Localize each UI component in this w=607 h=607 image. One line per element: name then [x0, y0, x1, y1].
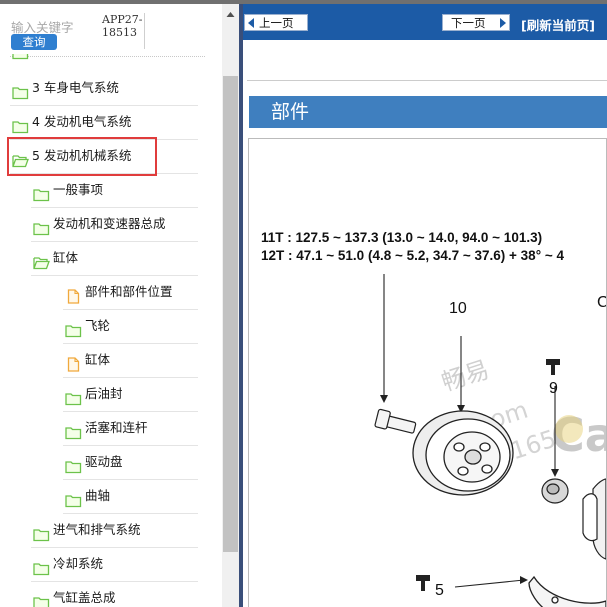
folder-icon: [33, 182, 50, 202]
tree-item-label: 4 发动机电气系统: [32, 114, 132, 129]
leader-arrow: [551, 469, 559, 477]
folder-icon: [33, 590, 50, 607]
tree-item-label: 曲轴: [85, 488, 111, 503]
scrollbar-thumb[interactable]: [223, 76, 238, 552]
folder-icon: [65, 420, 82, 440]
tree-item-label: 冷却系统: [53, 556, 104, 571]
crankshaft-key: [541, 478, 569, 504]
folder-open-icon: [33, 250, 50, 270]
navigation-pane: 输入关键字 查询 APP27-18513 3 车身电气系统 4 发动机电气系统 5 …: [0, 4, 222, 607]
next-page-button[interactable]: 下一页: [442, 14, 510, 31]
folder-icon: [65, 386, 82, 406]
callout-number: 5: [435, 582, 444, 599]
tree-item-label: 飞轮: [85, 318, 111, 333]
category-tree: 3 车身电气系统 4 发动机电气系统 5 发动机机械系统 一般事项 发动机和变速器总成缸…: [0, 4, 222, 607]
folder-icon: [65, 318, 82, 338]
leader-arrow: [380, 395, 388, 403]
folder-icon: [65, 454, 82, 474]
tree-row-divider: [63, 479, 198, 480]
document-icon: [65, 284, 82, 304]
tree-item-label: 活塞和连杆: [85, 420, 148, 435]
exploded-view-illustration: 畅易 o8.com 20165 Ca 11T : 127.5 ~ 137.3 (…: [261, 230, 606, 607]
arrow-left-icon: [248, 18, 254, 28]
tree-item-label: 缸体: [53, 250, 79, 265]
prev-page-label: 上一页: [259, 16, 294, 30]
page-toolbar: 上一页 下一页 [刷新当前页]: [243, 4, 607, 40]
tree-item-label: 部件和部件位置: [85, 284, 173, 299]
arrow-right-icon: [500, 18, 506, 28]
tree-row-divider: [63, 309, 198, 310]
refresh-page-link[interactable]: [刷新当前页]: [521, 15, 595, 34]
tree-item-label: 驱动盘: [85, 454, 123, 469]
callout-number: 9: [549, 380, 558, 397]
tree-row-divider: [63, 377, 198, 378]
selection-highlight-box: [7, 137, 157, 176]
tree-item-label: 发动机和变速器总成: [53, 216, 166, 231]
torque-spec-12t: 12T : 47.1 ~ 51.0 (4.8 ~ 5.2, 34.7 ~ 37.…: [261, 248, 564, 263]
thrust-bearing-shell: [528, 575, 606, 607]
watermark-logo-mark: [555, 415, 583, 443]
prev-page-button[interactable]: 上一页: [244, 14, 308, 31]
watermark-text: 畅易: [438, 355, 492, 396]
tree-item-label: 3 车身电气系统: [32, 80, 119, 95]
pulley-bolt: [374, 408, 417, 434]
folder-icon: [33, 522, 50, 542]
torque-spec-11t: 11T : 127.5 ~ 137.3 (13.0 ~ 14.0, 94.0 ~…: [261, 230, 542, 245]
tree-row-divider: [63, 343, 198, 344]
content-pane: 上一页 下一页 [刷新当前页] 部件 畅易 o8.com 20165 Ca 11…: [243, 4, 607, 607]
crankshaft-nose: [582, 478, 606, 560]
folder-icon: [65, 488, 82, 508]
folder-icon: [12, 80, 29, 100]
tree-row-divider: [63, 445, 198, 446]
leader-arrow: [520, 576, 528, 584]
scroll-up-arrow-icon[interactable]: [222, 6, 239, 24]
tree-item-label: 一般事项: [53, 182, 104, 197]
component-diagram: 畅易 o8.com 20165 Ca 11T : 127.5 ~ 137.3 (…: [248, 138, 607, 607]
folder-icon: [33, 556, 50, 576]
tree-item-label: 气缸盖总成: [53, 590, 116, 605]
callout-number-partial: C: [597, 294, 606, 311]
section-title: 部件: [271, 101, 310, 123]
document-icon: [65, 352, 82, 372]
next-page-label: 下一页: [451, 16, 486, 30]
folder-icon: [33, 216, 50, 236]
tree-item-label: 缸体: [85, 352, 111, 367]
content-divider: [247, 80, 607, 81]
callout-number: 10: [449, 300, 467, 317]
folder-icon: [12, 114, 29, 134]
section-header-bar: 部件: [249, 96, 607, 128]
tree-item-label: 后油封: [85, 386, 123, 401]
tree-item-label: 进气和排气系统: [53, 522, 141, 537]
crankshaft-pulley: [412, 410, 514, 496]
